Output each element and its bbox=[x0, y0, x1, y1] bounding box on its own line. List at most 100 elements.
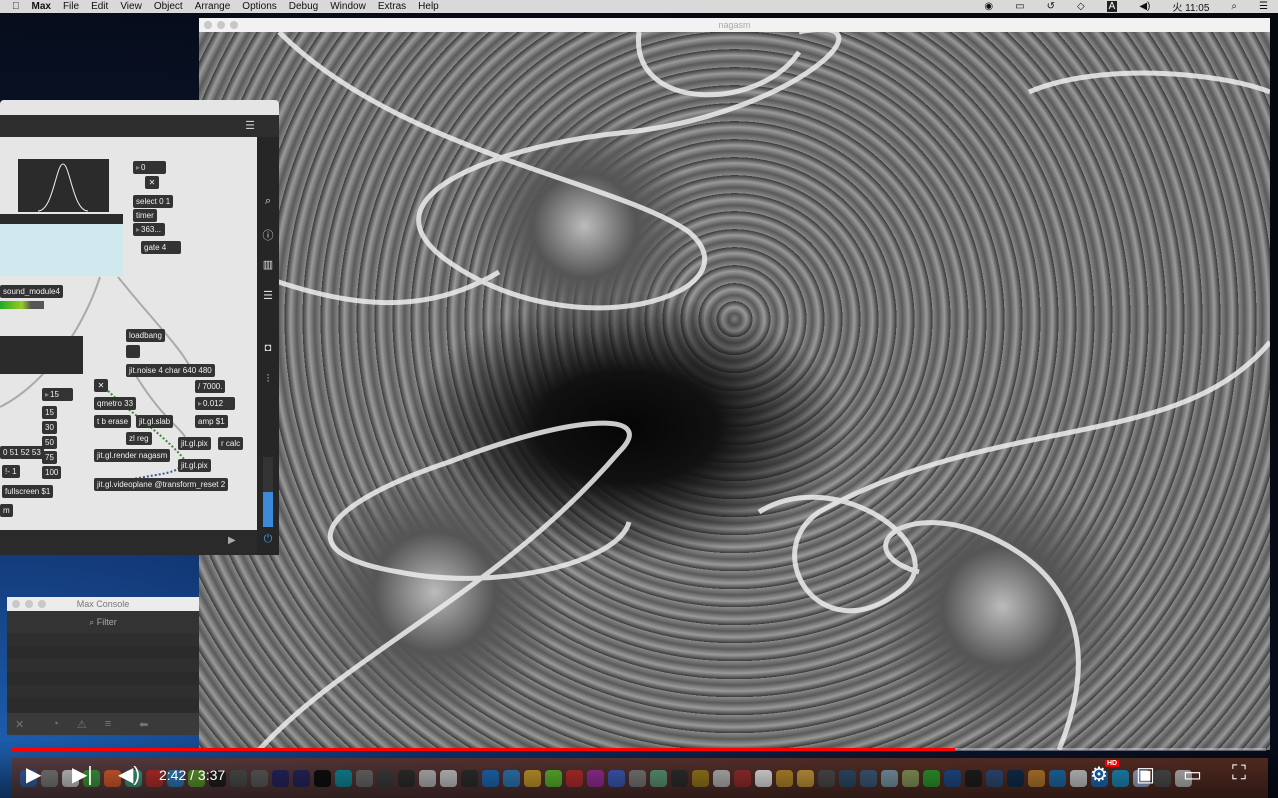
volume-slider[interactable] bbox=[263, 457, 273, 527]
message-75[interactable]: 75 bbox=[42, 451, 57, 464]
volume-icon[interactable]: ◀) bbox=[118, 762, 140, 787]
clock[interactable]: 火 11:05 bbox=[1172, 0, 1209, 14]
progress-bar[interactable] bbox=[12, 748, 1266, 751]
zoom-icon[interactable] bbox=[230, 21, 238, 29]
menu-extras[interactable]: Extras bbox=[378, 1, 406, 12]
object-jit-gl-render[interactable]: jit.gl.render nagasm bbox=[94, 449, 171, 462]
object-timer[interactable]: timer bbox=[133, 209, 157, 222]
menu-edit[interactable]: Edit bbox=[91, 1, 108, 12]
message-amp[interactable]: amp $1 bbox=[195, 415, 228, 428]
level-meter bbox=[0, 301, 44, 309]
object-minus[interactable]: !- 1 bbox=[2, 465, 20, 478]
columns-icon[interactable]: ▥ bbox=[257, 258, 279, 271]
menu-help[interactable]: Help bbox=[418, 1, 439, 12]
minimize-icon[interactable] bbox=[25, 600, 33, 608]
patcher-canvas[interactable]: 0 ✕ select 0 1 timer 363... gate 4 sound… bbox=[0, 137, 257, 530]
back-icon[interactable]: ⬅ bbox=[139, 718, 148, 731]
bang-button[interactable] bbox=[126, 345, 140, 358]
menu-app[interactable]: Max bbox=[32, 1, 51, 12]
close-icon[interactable] bbox=[12, 600, 20, 608]
message-100[interactable]: 100 bbox=[42, 466, 62, 479]
menu-file[interactable]: File bbox=[63, 1, 79, 12]
object-jit-gl-slab[interactable]: jit.gl.slab bbox=[136, 415, 174, 428]
fullscreen-icon[interactable]: ⛶ bbox=[1232, 762, 1246, 785]
object-divide[interactable]: / 7000. bbox=[195, 380, 226, 393]
number-box[interactable]: 363... bbox=[133, 223, 165, 236]
theater-icon[interactable]: ▭ bbox=[1183, 762, 1202, 787]
warning-icon[interactable]: ⚠ bbox=[77, 718, 87, 731]
console-title: Max Console bbox=[76, 599, 130, 609]
patcher-window: ☰ 0 ✕ select 0 1 timer 363... gate 4 sou… bbox=[0, 100, 279, 555]
message-fullscreen[interactable]: fullscreen $1 bbox=[2, 485, 54, 498]
list-icon[interactable]: ☰ bbox=[257, 289, 279, 302]
number-box[interactable]: 0.012 bbox=[195, 397, 235, 410]
object-select[interactable]: select 0 1 bbox=[133, 195, 174, 208]
menu-debug[interactable]: Debug bbox=[289, 1, 318, 12]
object-loadbang[interactable]: loadbang bbox=[126, 329, 165, 342]
zoom-icon[interactable] bbox=[38, 600, 46, 608]
number-box[interactable]: 0 bbox=[133, 161, 166, 174]
message-50[interactable]: 50 bbox=[42, 436, 57, 449]
message-15[interactable]: 15 bbox=[42, 406, 57, 419]
max-console: Max Console ⌕ Filter ✕ ◔ ⚠ ≡ ⬅ bbox=[7, 597, 199, 735]
object-jit-noise[interactable]: jit.noise 4 char 640 480 bbox=[126, 364, 215, 377]
close-icon[interactable] bbox=[204, 21, 212, 29]
message-list[interactable]: 0 51 52 53 bbox=[0, 446, 44, 459]
menu-window[interactable]: Window bbox=[330, 1, 366, 12]
wifi-icon[interactable]: ◇ bbox=[1077, 1, 1085, 12]
toggle-x-icon[interactable]: ✕ bbox=[145, 176, 159, 189]
info-icon[interactable]: ⓘ bbox=[257, 227, 279, 243]
menu-bar:  Max File Edit View Object Arrange Opti… bbox=[0, 0, 1278, 14]
patcher-bottom-bar: ▶ bbox=[0, 530, 257, 555]
object-jit-gl-pix[interactable]: jit.gl.pix bbox=[178, 437, 211, 450]
envelope-display[interactable] bbox=[18, 159, 109, 212]
notification-icon[interactable]: ☰ bbox=[1259, 1, 1268, 12]
menu-object[interactable]: Object bbox=[154, 1, 183, 12]
multislider[interactable] bbox=[0, 214, 123, 276]
fractal-render bbox=[199, 32, 1270, 750]
power-icon[interactable]: ⏻ bbox=[257, 533, 279, 546]
apple-icon[interactable]:  bbox=[12, 1, 20, 12]
miniplayer-icon[interactable]: ▣ bbox=[1136, 762, 1155, 787]
play-icon[interactable]: ▶ bbox=[228, 535, 236, 546]
patcher-titlebar[interactable] bbox=[0, 100, 279, 115]
spotlight-icon[interactable]: ⌕ bbox=[1231, 1, 1237, 12]
clear-icon[interactable]: ✕ bbox=[15, 718, 24, 731]
airplay-icon[interactable]: ▭ bbox=[1015, 1, 1024, 12]
number-box[interactable]: 15 bbox=[42, 388, 73, 401]
time-display: 2:42 / 3:37 bbox=[159, 767, 226, 783]
input-source-icon[interactable]: A bbox=[1106, 1, 1118, 12]
render-window: nagasm bbox=[199, 18, 1270, 750]
object-sound-module[interactable]: sound_module4 bbox=[0, 285, 63, 298]
object-jit-gl-videoplane[interactable]: jit.gl.videoplane @transform_reset 2 bbox=[94, 478, 229, 491]
object-r-calc[interactable]: r calc bbox=[218, 437, 244, 450]
object-jit-gl-pix[interactable]: jit.gl.pix bbox=[178, 459, 211, 472]
menu-arrange[interactable]: Arrange bbox=[195, 1, 231, 12]
filter-placeholder: Filter bbox=[96, 617, 117, 627]
volume-icon[interactable]: ◀) bbox=[1139, 1, 1150, 12]
levels-icon[interactable]: ≡ bbox=[105, 718, 111, 730]
clock-icon[interactable]: ◔ bbox=[52, 718, 59, 730]
search-icon[interactable]: ⌕ bbox=[257, 195, 279, 208]
object-trigger[interactable]: t b erase bbox=[94, 415, 132, 428]
menu-options[interactable]: Options bbox=[242, 1, 276, 12]
object-m[interactable]: m bbox=[0, 504, 13, 517]
record-icon[interactable]: ◉ bbox=[984, 1, 993, 12]
render-window-titlebar[interactable]: nagasm bbox=[199, 18, 1270, 32]
console-titlebar[interactable]: Max Console bbox=[7, 597, 199, 611]
next-icon[interactable]: ▶| bbox=[72, 762, 93, 787]
menu-view[interactable]: View bbox=[120, 1, 142, 12]
object-qmetro[interactable]: qmetro 33 bbox=[94, 397, 137, 410]
time-machine-icon[interactable]: ↺ bbox=[1047, 1, 1055, 12]
object-gate[interactable]: gate 4 bbox=[141, 241, 181, 254]
play-icon[interactable]: ▶ bbox=[26, 762, 41, 787]
message-30[interactable]: 30 bbox=[42, 421, 57, 434]
console-rows bbox=[7, 633, 199, 711]
object-zl-reg[interactable]: zl reg bbox=[126, 432, 152, 445]
minimize-icon[interactable] bbox=[217, 21, 225, 29]
camera-icon[interactable]: ◘ bbox=[257, 342, 279, 354]
list-icon[interactable]: ☰ bbox=[245, 119, 255, 132]
mixer-icon[interactable]: ⫶ bbox=[257, 373, 279, 386]
console-filter-input[interactable]: ⌕ Filter bbox=[7, 611, 199, 633]
toggle-x-icon[interactable]: ✕ bbox=[94, 379, 108, 392]
